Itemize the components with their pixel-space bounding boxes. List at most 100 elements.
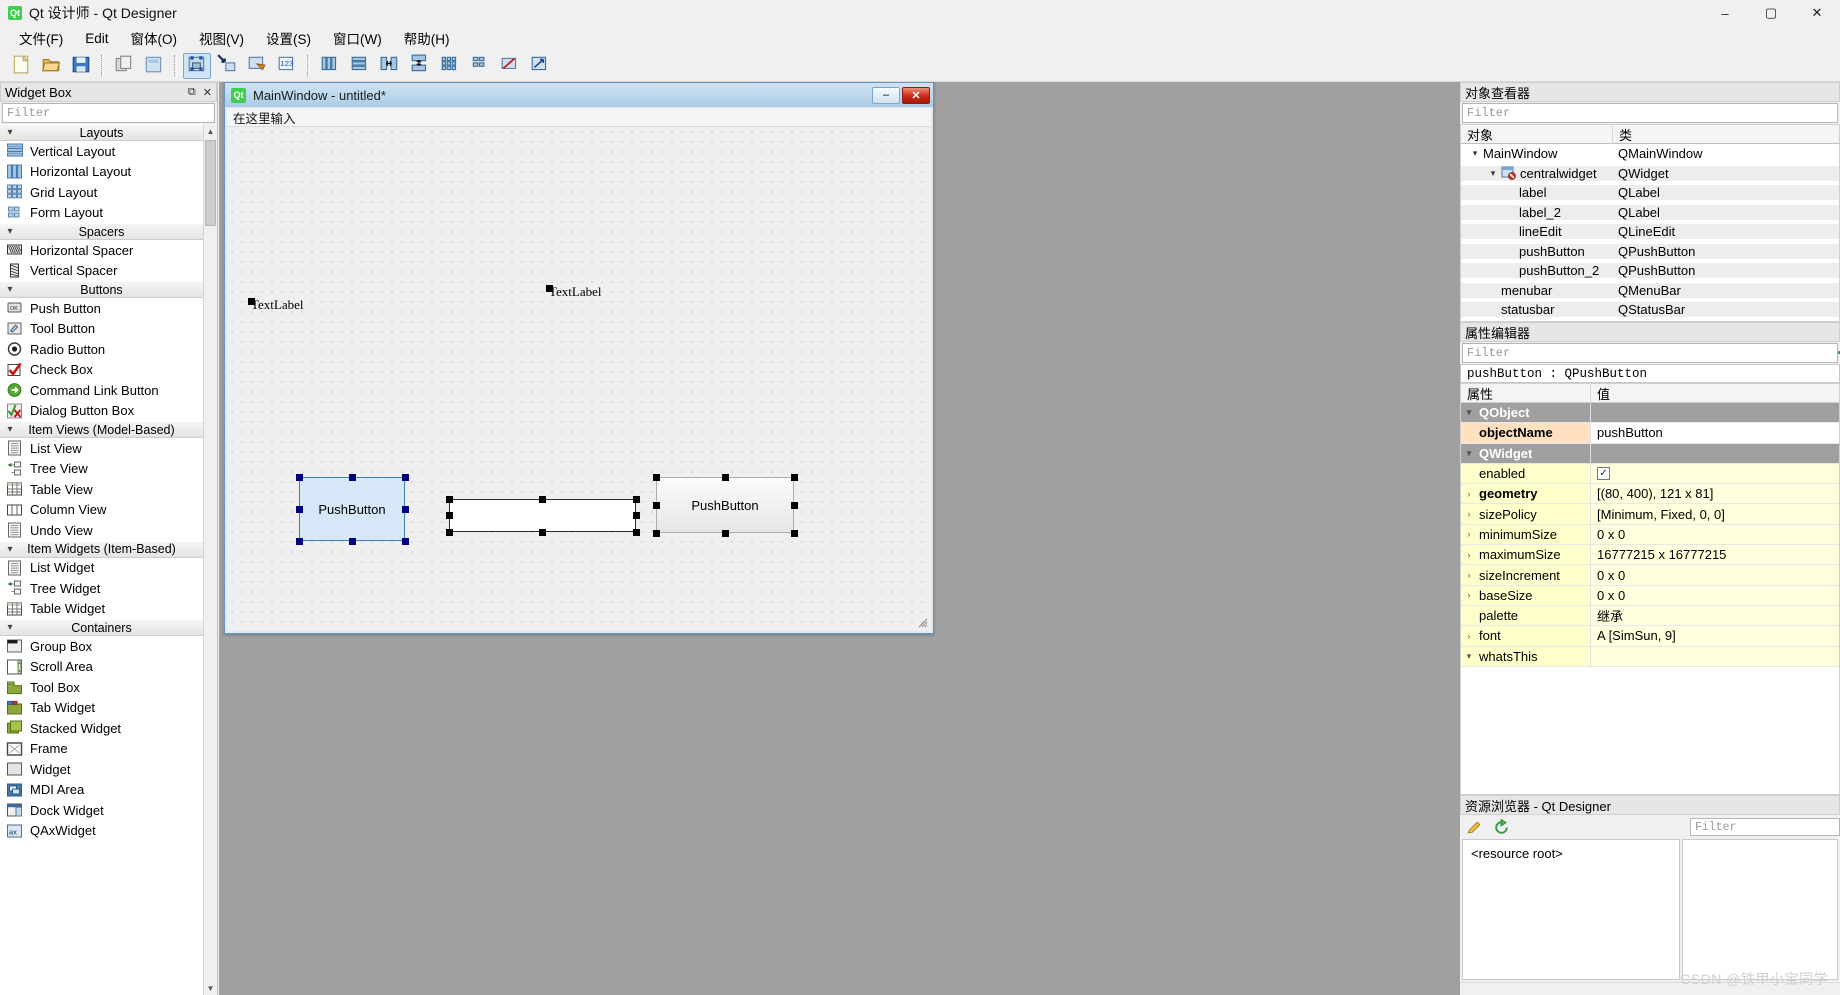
widget-item-widget[interactable]: Widget [0,759,203,780]
object-inspector-filter-input[interactable]: Filter [1462,103,1838,123]
selection-handle[interactable] [295,505,303,513]
widget-item-vertical-layout[interactable]: Vertical Layout [0,141,203,162]
selection-handle[interactable] [539,495,546,503]
property-table-body[interactable]: ▾ QObject objectName pushButton ▾ QWidget enab… [1460,403,1840,795]
widget-item-list-widget[interactable]: List Widget [0,557,203,578]
form-label-label[interactable]: TextLabel [251,297,304,313]
property-value[interactable]: pushButton [1597,425,1663,440]
object-tree-row[interactable]: menubar QMenuBar [1461,281,1839,301]
chevron-down-icon[interactable]: ▾ [1485,168,1501,179]
enabled-checkbox[interactable]: ✓ [1597,467,1610,481]
layout-horizontally-button[interactable] [316,53,344,79]
selection-handle[interactable] [790,529,798,537]
property-value[interactable]: [Minimum, Fixed, 0, 0] [1597,507,1725,522]
widget-item-tool-box[interactable]: Tool Box [0,677,203,698]
widget-item-grid-layout[interactable]: Grid Layout [0,182,203,203]
menu-form[interactable]: 窗体(O) [120,26,189,50]
form-design-surface[interactable]: TextLabel TextLabel PushButton PushButton [227,127,931,631]
layout-vertically-button[interactable] [346,53,374,79]
widget-item-tool-button[interactable]: Tool Button [0,318,203,339]
break-layout-button[interactable] [496,53,524,79]
widget-item-qaxwidget[interactable]: ax QAxWidget [0,820,203,841]
property-row[interactable]: › geometry [(80, 400), 121 x 81] [1461,484,1839,505]
layout-splitter-horizontal-button[interactable] [376,53,404,79]
property-row[interactable]: objectName pushButton [1461,423,1839,444]
selection-handle[interactable] [445,495,453,503]
property-row[interactable]: › minimumSize 0 x 0 [1461,524,1839,546]
reload-refresh-icon[interactable] [1493,818,1510,836]
layout-grid-button[interactable] [436,53,464,79]
selection-handle[interactable] [546,285,553,292]
new-form-button[interactable] [7,53,35,79]
edit-widgets-button[interactable] [183,52,211,79]
selection-handle[interactable] [652,473,660,481]
selection-handle[interactable] [632,528,640,536]
widget-item-table-widget[interactable]: Table Widget [0,598,203,619]
object-tree-row[interactable]: lineEdit QLineEdit [1461,222,1839,242]
chevron-down-icon[interactable]: ▾ [1461,448,1477,459]
widget-item-form-layout[interactable]: Form Layout [0,202,203,223]
selection-handle[interactable] [401,537,409,545]
widget-item-tree-widget[interactable]: Tree Widget [0,578,203,599]
property-value[interactable]: 0 x 0 [1597,588,1625,603]
property-row[interactable]: ▾ QObject [1461,403,1839,424]
selection-handle[interactable] [401,505,409,513]
widget-item-table-view[interactable]: Table View [0,479,203,500]
resize-grip-icon[interactable] [916,616,928,628]
selection-handle[interactable] [401,473,409,481]
chevron-down-icon[interactable]: ▾ [1467,148,1483,159]
layout-form-button[interactable] [466,53,494,79]
widget-item-vertical-spacer[interactable]: Vertical Spacer [0,260,203,281]
chevron-right-icon[interactable]: › [1461,550,1477,560]
widget-item-group-box[interactable]: Group Box [0,636,203,657]
scrollbar-thumb[interactable] [205,140,216,226]
object-tree-row[interactable]: ▾ centralwidget QWidget [1461,164,1839,184]
form-label-label_2[interactable]: TextLabel [549,284,602,300]
menu-view[interactable]: 视图(V) [188,26,255,50]
chevron-right-icon[interactable]: › [1461,489,1477,499]
selection-handle[interactable] [445,512,453,519]
widget-item-column-view[interactable]: Column View [0,499,203,520]
adjust-size-button[interactable] [526,53,554,79]
widget-item-tab-widget[interactable]: Tab Widget [0,697,203,718]
selection-handle[interactable] [790,501,798,509]
property-row[interactable]: › sizeIncrement 0 x 0 [1461,565,1839,586]
object-tree-row[interactable]: statusbar QStatusBar [1461,300,1839,320]
open-form-button[interactable] [37,53,65,79]
selection-handle[interactable] [652,501,660,509]
widget-item-dock-widget[interactable]: Dock Widget [0,800,203,821]
widget-item-mdi-area[interactable]: MDI Area [0,779,203,800]
property-row[interactable]: › maximumSize 16777215 x 16777215 [1461,545,1839,566]
property-row[interactable]: › sizePolicy [Minimum, Fixed, 0, 0] [1461,504,1839,525]
chevron-right-icon[interactable]: › [1461,570,1477,580]
menu-help[interactable]: 帮助(H) [393,26,461,50]
property-row[interactable]: › baseSize 0 x 0 [1461,585,1839,606]
menu-file[interactable]: 文件(F) [8,26,74,50]
redo-button[interactable] [140,53,168,79]
group-spacers[interactable]: ▾ Spacers [0,223,203,240]
object-tree-row[interactable]: pushButton QPushButton [1461,242,1839,262]
selection-handle[interactable] [721,529,729,537]
chevron-down-icon[interactable]: ▾ [1461,407,1477,418]
selection-handle[interactable] [348,473,356,481]
group-containers[interactable]: ▾ Containers [0,619,203,636]
chevron-right-icon[interactable]: › [1461,590,1477,600]
menu-edit[interactable]: Edit [74,29,119,48]
property-row[interactable]: enabled ✓ [1461,463,1839,485]
widget-item-radio-button[interactable]: Radio Button [0,339,203,360]
widget-item-horizontal-layout[interactable]: Horizontal Layout [0,161,203,182]
property-value[interactable]: 0 x 0 [1597,568,1625,583]
resource-filter-input[interactable]: Filter [1690,818,1840,836]
object-tree-row[interactable]: label QLabel [1461,183,1839,203]
form-menu-placeholder[interactable]: 在这里输入 [227,108,302,127]
property-row[interactable]: palette 继承 [1461,605,1839,627]
save-form-button[interactable] [67,53,95,79]
pencil-edit-icon[interactable] [1466,819,1483,836]
property-row[interactable]: ▾ whatsThis [1461,646,1839,667]
property-editor-filter-input[interactable]: Filter ✚ [1462,343,1840,363]
widget-item-command-link-button[interactable]: Command Link Button [0,380,203,401]
edit-buddies-button[interactable] [243,53,271,79]
selection-handle[interactable] [632,512,640,519]
float-panel-icon[interactable]: ⧉ [188,86,196,99]
group-layouts[interactable]: ▾ Layouts [0,124,203,141]
